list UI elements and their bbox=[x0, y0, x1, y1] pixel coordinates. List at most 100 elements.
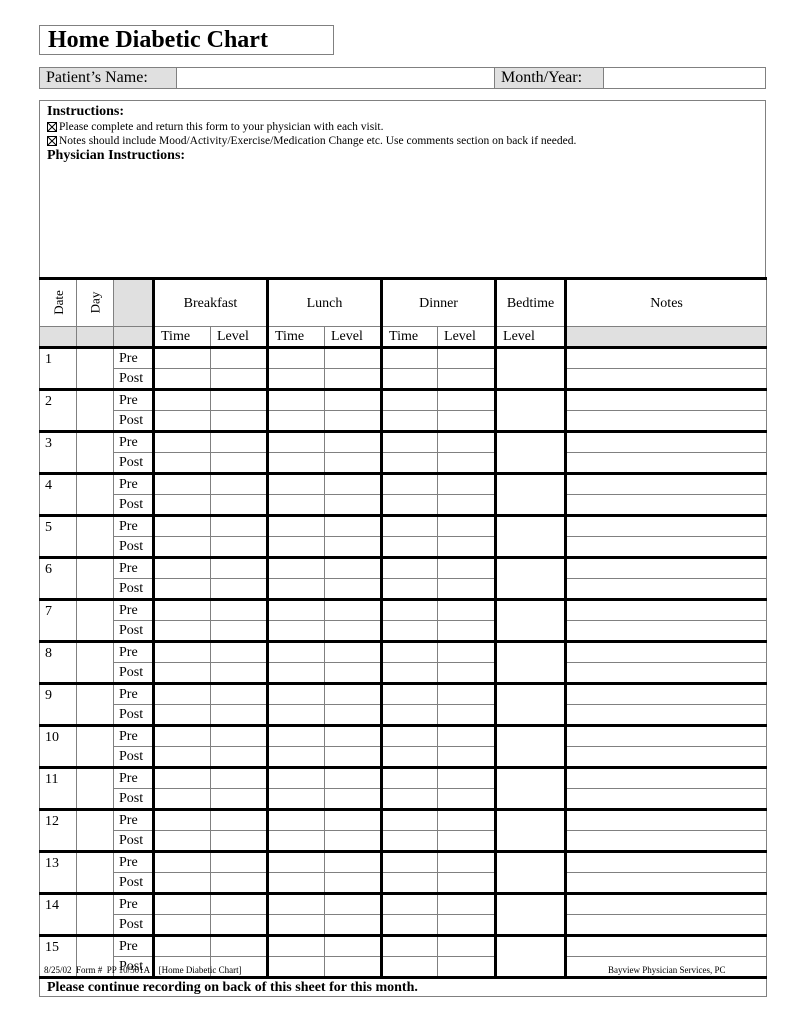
breakfast-time-cell-post[interactable] bbox=[152, 620, 211, 642]
breakfast-level-cell-post[interactable] bbox=[210, 620, 268, 642]
lunch-time-cell-post[interactable] bbox=[266, 536, 325, 558]
notes-cell-post[interactable] bbox=[564, 746, 768, 768]
breakfast-time-cell-post[interactable] bbox=[152, 914, 211, 936]
dinner-time-cell-post[interactable] bbox=[380, 662, 439, 684]
lunch-time-cell-pre[interactable] bbox=[266, 556, 325, 579]
breakfast-time-cell-post[interactable] bbox=[152, 410, 211, 432]
dinner-level-cell-post[interactable] bbox=[437, 746, 497, 768]
dinner-time-cell-pre[interactable] bbox=[380, 640, 439, 663]
lunch-time-cell-post[interactable] bbox=[266, 494, 325, 516]
notes-cell-post[interactable] bbox=[564, 662, 768, 684]
breakfast-time-cell-pre[interactable] bbox=[152, 682, 211, 705]
breakfast-level-cell-post[interactable] bbox=[210, 914, 268, 936]
lunch-time-cell-post[interactable] bbox=[266, 452, 325, 474]
lunch-level-cell-pre[interactable] bbox=[323, 808, 383, 831]
dinner-level-cell-pre[interactable] bbox=[437, 724, 497, 747]
lunch-time-cell-post[interactable] bbox=[266, 704, 325, 726]
dinner-level-cell-pre[interactable] bbox=[437, 514, 497, 537]
notes-cell-post[interactable] bbox=[564, 494, 768, 516]
breakfast-level-cell-pre[interactable] bbox=[210, 514, 268, 537]
day-cell[interactable] bbox=[76, 766, 114, 810]
lunch-time-cell-pre[interactable] bbox=[266, 682, 325, 705]
dinner-level-cell-post[interactable] bbox=[437, 956, 497, 978]
breakfast-time-cell-post[interactable] bbox=[152, 494, 211, 516]
lunch-level-cell-pre[interactable] bbox=[323, 388, 383, 411]
breakfast-time-cell-pre[interactable] bbox=[152, 514, 211, 537]
lunch-level-cell-pre[interactable] bbox=[323, 640, 383, 663]
dinner-time-cell-post[interactable] bbox=[380, 914, 439, 936]
notes-cell-post[interactable] bbox=[564, 620, 768, 642]
dinner-level-cell-pre[interactable] bbox=[437, 766, 497, 789]
dinner-time-cell-post[interactable] bbox=[380, 956, 439, 978]
dinner-time-cell-post[interactable] bbox=[380, 368, 439, 390]
notes-cell-pre[interactable] bbox=[564, 766, 768, 789]
lunch-level-cell-post[interactable] bbox=[323, 662, 383, 684]
lunch-level-cell-post[interactable] bbox=[323, 452, 383, 474]
breakfast-level-cell-post[interactable] bbox=[210, 830, 268, 852]
breakfast-level-cell-post[interactable] bbox=[210, 452, 268, 474]
dinner-level-cell-pre[interactable] bbox=[437, 556, 497, 579]
lunch-time-cell-pre[interactable] bbox=[266, 640, 325, 663]
breakfast-time-cell-pre[interactable] bbox=[152, 640, 211, 663]
day-cell[interactable] bbox=[76, 724, 114, 768]
breakfast-time-cell-post[interactable] bbox=[152, 830, 211, 852]
breakfast-level-cell-post[interactable] bbox=[210, 746, 268, 768]
lunch-time-cell-pre[interactable] bbox=[266, 808, 325, 831]
notes-cell-pre[interactable] bbox=[564, 472, 768, 495]
breakfast-level-cell-pre[interactable] bbox=[210, 346, 268, 369]
dinner-level-cell-pre[interactable] bbox=[437, 808, 497, 831]
lunch-level-cell-pre[interactable] bbox=[323, 766, 383, 789]
lunch-time-cell-pre[interactable] bbox=[266, 388, 325, 411]
dinner-time-cell-post[interactable] bbox=[380, 788, 439, 810]
notes-cell-post[interactable] bbox=[564, 914, 768, 936]
dinner-time-cell-post[interactable] bbox=[380, 704, 439, 726]
dinner-time-cell-post[interactable] bbox=[380, 494, 439, 516]
lunch-level-cell-pre[interactable] bbox=[323, 892, 383, 915]
dinner-time-cell-post[interactable] bbox=[380, 872, 439, 894]
notes-cell-pre[interactable] bbox=[564, 514, 768, 537]
breakfast-time-cell-pre[interactable] bbox=[152, 598, 211, 621]
lunch-time-cell-post[interactable] bbox=[266, 956, 325, 978]
notes-cell-pre[interactable] bbox=[564, 850, 768, 873]
breakfast-time-cell-pre[interactable] bbox=[152, 724, 211, 747]
lunch-time-cell-pre[interactable] bbox=[266, 514, 325, 537]
breakfast-time-cell-pre[interactable] bbox=[152, 388, 211, 411]
breakfast-time-cell-pre[interactable] bbox=[152, 472, 211, 495]
breakfast-level-cell-post[interactable] bbox=[210, 368, 268, 390]
dinner-level-cell-pre[interactable] bbox=[437, 850, 497, 873]
notes-cell-pre[interactable] bbox=[564, 682, 768, 705]
day-cell[interactable] bbox=[76, 808, 114, 852]
breakfast-time-cell-pre[interactable] bbox=[152, 892, 211, 915]
lunch-time-cell-pre[interactable] bbox=[266, 472, 325, 495]
dinner-level-cell-pre[interactable] bbox=[437, 388, 497, 411]
lunch-level-cell-post[interactable] bbox=[323, 620, 383, 642]
lunch-level-cell-post[interactable] bbox=[323, 872, 383, 894]
breakfast-level-cell-post[interactable] bbox=[210, 536, 268, 558]
dinner-level-cell-post[interactable] bbox=[437, 410, 497, 432]
dinner-time-cell-pre[interactable] bbox=[380, 766, 439, 789]
lunch-time-cell-post[interactable] bbox=[266, 788, 325, 810]
notes-cell-post[interactable] bbox=[564, 536, 768, 558]
breakfast-level-cell-post[interactable] bbox=[210, 410, 268, 432]
lunch-level-cell-post[interactable] bbox=[323, 578, 383, 600]
lunch-level-cell-post[interactable] bbox=[323, 956, 383, 978]
notes-cell-pre[interactable] bbox=[564, 598, 768, 621]
bedtime-level-cell[interactable] bbox=[494, 346, 567, 390]
breakfast-time-cell-pre[interactable] bbox=[152, 808, 211, 831]
breakfast-time-cell-pre[interactable] bbox=[152, 850, 211, 873]
dinner-time-cell-post[interactable] bbox=[380, 578, 439, 600]
dinner-level-cell-post[interactable] bbox=[437, 662, 497, 684]
day-cell[interactable] bbox=[76, 892, 114, 936]
breakfast-level-cell-pre[interactable] bbox=[210, 682, 268, 705]
lunch-time-cell-post[interactable] bbox=[266, 662, 325, 684]
dinner-time-cell-post[interactable] bbox=[380, 452, 439, 474]
lunch-level-cell-pre[interactable] bbox=[323, 514, 383, 537]
notes-cell-post[interactable] bbox=[564, 368, 768, 390]
notes-cell-post[interactable] bbox=[564, 830, 768, 852]
lunch-time-cell-pre[interactable] bbox=[266, 346, 325, 369]
notes-cell-pre[interactable] bbox=[564, 346, 768, 369]
dinner-level-cell-post[interactable] bbox=[437, 452, 497, 474]
breakfast-time-cell-post[interactable] bbox=[152, 788, 211, 810]
day-cell[interactable] bbox=[76, 682, 114, 726]
bedtime-level-cell[interactable] bbox=[494, 472, 567, 516]
